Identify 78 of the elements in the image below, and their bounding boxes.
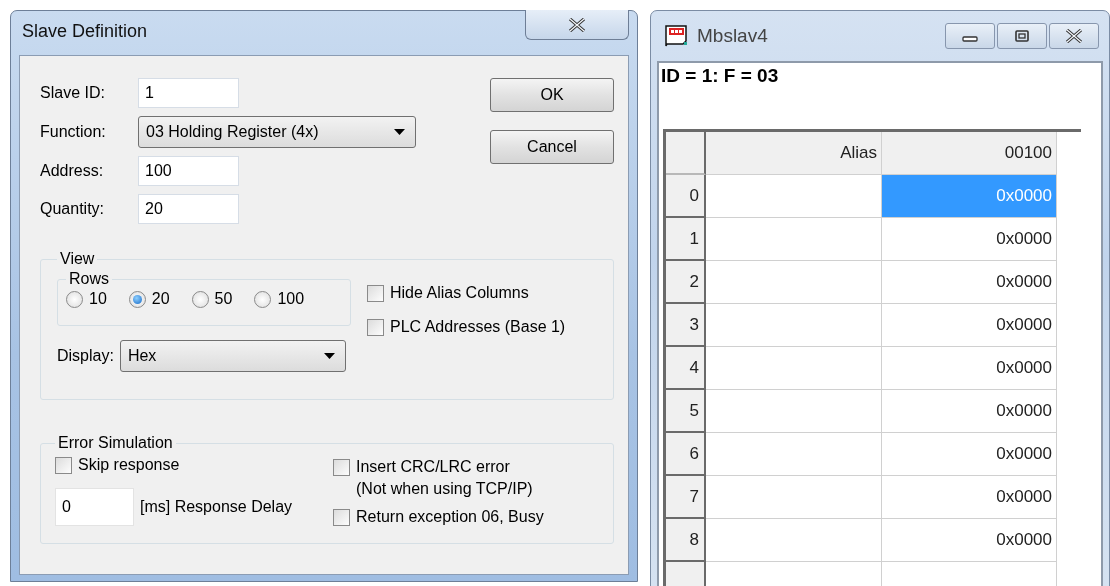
maximize-icon <box>1013 29 1031 43</box>
display-dropdown[interactable]: Hex <box>119 340 346 372</box>
minimize-icon <box>962 36 978 42</box>
checkbox[interactable] <box>333 508 350 526</box>
alias-cell[interactable] <box>706 261 882 304</box>
status-text: ID = 1: F = 03 <box>661 65 779 87</box>
input-field[interactable]: 1 <box>138 78 239 108</box>
radio-button[interactable] <box>128 290 146 308</box>
group-title: Error Simulation <box>57 434 174 452</box>
caret-icon <box>323 353 335 359</box>
close-button[interactable] <box>525 10 629 40</box>
value-cell[interactable]: 0x0000 <box>882 390 1057 433</box>
cancel-button[interactable]: Cancel <box>490 130 614 164</box>
row-header: 5 <box>666 390 706 433</box>
row-header: 4 <box>666 347 706 390</box>
radio-label: 100 <box>277 290 305 308</box>
field-label: Quantity: <box>40 200 106 218</box>
close-icon <box>1065 29 1083 43</box>
ok-button[interactable]: OK <box>490 78 614 112</box>
value-cell[interactable]: 0x0000 <box>882 261 1057 304</box>
field-label: Slave ID: <box>40 84 106 102</box>
checkbox[interactable] <box>333 459 350 476</box>
alias-cell[interactable] <box>706 476 882 519</box>
document-icon <box>665 25 689 47</box>
value-cell[interactable]: 0x0000 <box>882 347 1057 390</box>
value-cell[interactable]: 0x0000 <box>882 304 1057 347</box>
radio-label: 10 <box>89 290 107 308</box>
alias-cell[interactable] <box>706 304 882 347</box>
value-cell[interactable]: 0x0000 <box>882 476 1057 519</box>
row-header: 7 <box>666 476 706 519</box>
radio-label: 50 <box>214 290 233 308</box>
column-header[interactable]: 00100 <box>882 132 1057 175</box>
checkbox-label: PLC Addresses (Base 1) <box>390 318 566 336</box>
window-title: Mbslav4 <box>697 25 768 47</box>
value-cell[interactable]: 0x0000 <box>882 519 1057 562</box>
minimize-button[interactable] <box>945 23 995 49</box>
alias-cell[interactable] <box>706 519 882 562</box>
maximize-button[interactable] <box>997 23 1047 49</box>
radio-button[interactable] <box>66 290 83 308</box>
checkbox[interactable] <box>367 318 384 336</box>
radio-label: 20 <box>151 290 170 308</box>
row-header: 3 <box>666 304 706 347</box>
column-header[interactable]: Alias <box>706 132 882 175</box>
field-label: Address: <box>40 162 105 180</box>
input-field[interactable]: 20 <box>138 194 239 224</box>
caret-icon <box>394 129 405 135</box>
function-dropdown[interactable]: 03 Holding Register (4x) <box>138 116 416 148</box>
close-icon <box>568 17 586 32</box>
row-header: 2 <box>666 261 706 304</box>
dialog-title: Slave Definition <box>22 21 148 42</box>
checkbox[interactable] <box>367 284 384 302</box>
row-header: 8 <box>666 519 706 562</box>
alias-cell[interactable] <box>706 218 882 261</box>
alias-cell[interactable] <box>706 390 882 433</box>
field-label: [ms] Response Delay <box>140 498 293 516</box>
group-title: Rows <box>68 270 110 288</box>
alias-cell[interactable] <box>706 347 882 390</box>
display-label: Display: <box>57 347 114 365</box>
radio-button[interactable] <box>191 290 209 308</box>
field-label: Function: <box>40 123 107 141</box>
alias-cell[interactable] <box>706 433 882 476</box>
input-field[interactable]: 100 <box>138 156 239 186</box>
close-button[interactable] <box>1049 23 1099 49</box>
checkbox-label: Return exception 06, Busy <box>356 508 544 526</box>
row-header: 0 <box>666 175 706 218</box>
checkbox-label: Insert CRC/LRC error <box>356 457 511 477</box>
group-title: View <box>59 250 96 268</box>
checkbox-note: (Not when using TCP/IP) <box>356 479 533 499</box>
corner-header <box>666 132 706 175</box>
value-cell[interactable]: 0x0000 <box>882 218 1057 261</box>
checkbox[interactable] <box>55 456 72 474</box>
radio-button[interactable] <box>254 290 272 308</box>
delay-input-field[interactable]: 0 <box>55 488 134 526</box>
value-cell[interactable]: 0x0000 <box>882 433 1057 476</box>
row-header: 1 <box>666 218 706 261</box>
row-header: 6 <box>666 433 706 476</box>
checkbox-label: Skip response <box>78 456 180 474</box>
checkbox-label: Hide Alias Columns <box>390 284 529 302</box>
